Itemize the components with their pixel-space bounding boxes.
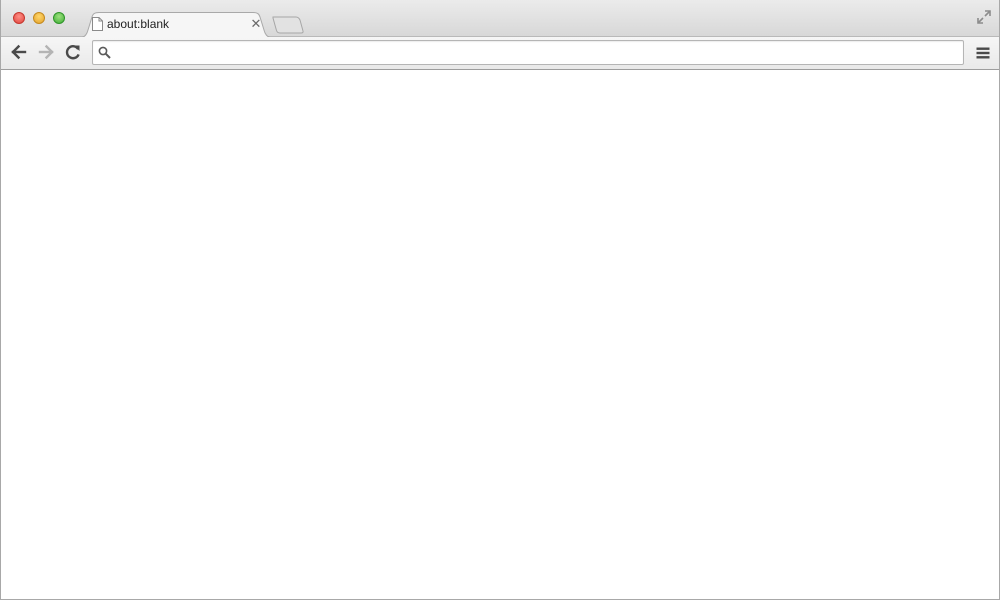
back-arrow-icon[interactable] [9, 42, 29, 62]
toolbar [1, 37, 999, 70]
tab-about-blank[interactable]: about:blank ✕ [79, 12, 273, 38]
window-zoom-icon[interactable] [53, 12, 65, 24]
hamburger-menu-icon[interactable] [975, 45, 991, 61]
new-tab-icon[interactable] [272, 16, 304, 34]
tab-close-icon[interactable]: ✕ [249, 17, 263, 31]
omnibox-input[interactable] [117, 43, 957, 62]
fullscreen-icon[interactable] [976, 9, 992, 25]
search-icon [98, 46, 111, 59]
browser-window: about:blank ✕ [0, 0, 1000, 600]
page-icon [92, 17, 103, 31]
window-close-icon[interactable] [13, 12, 25, 24]
page-content[interactable] [1, 70, 999, 599]
reload-icon[interactable] [63, 42, 83, 62]
omnibox[interactable] [92, 40, 964, 65]
tab-strip: about:blank ✕ [1, 0, 999, 38]
forward-arrow-icon[interactable] [36, 42, 56, 62]
tab-title: about:blank [107, 17, 170, 31]
window-minimize-icon[interactable] [33, 12, 45, 24]
